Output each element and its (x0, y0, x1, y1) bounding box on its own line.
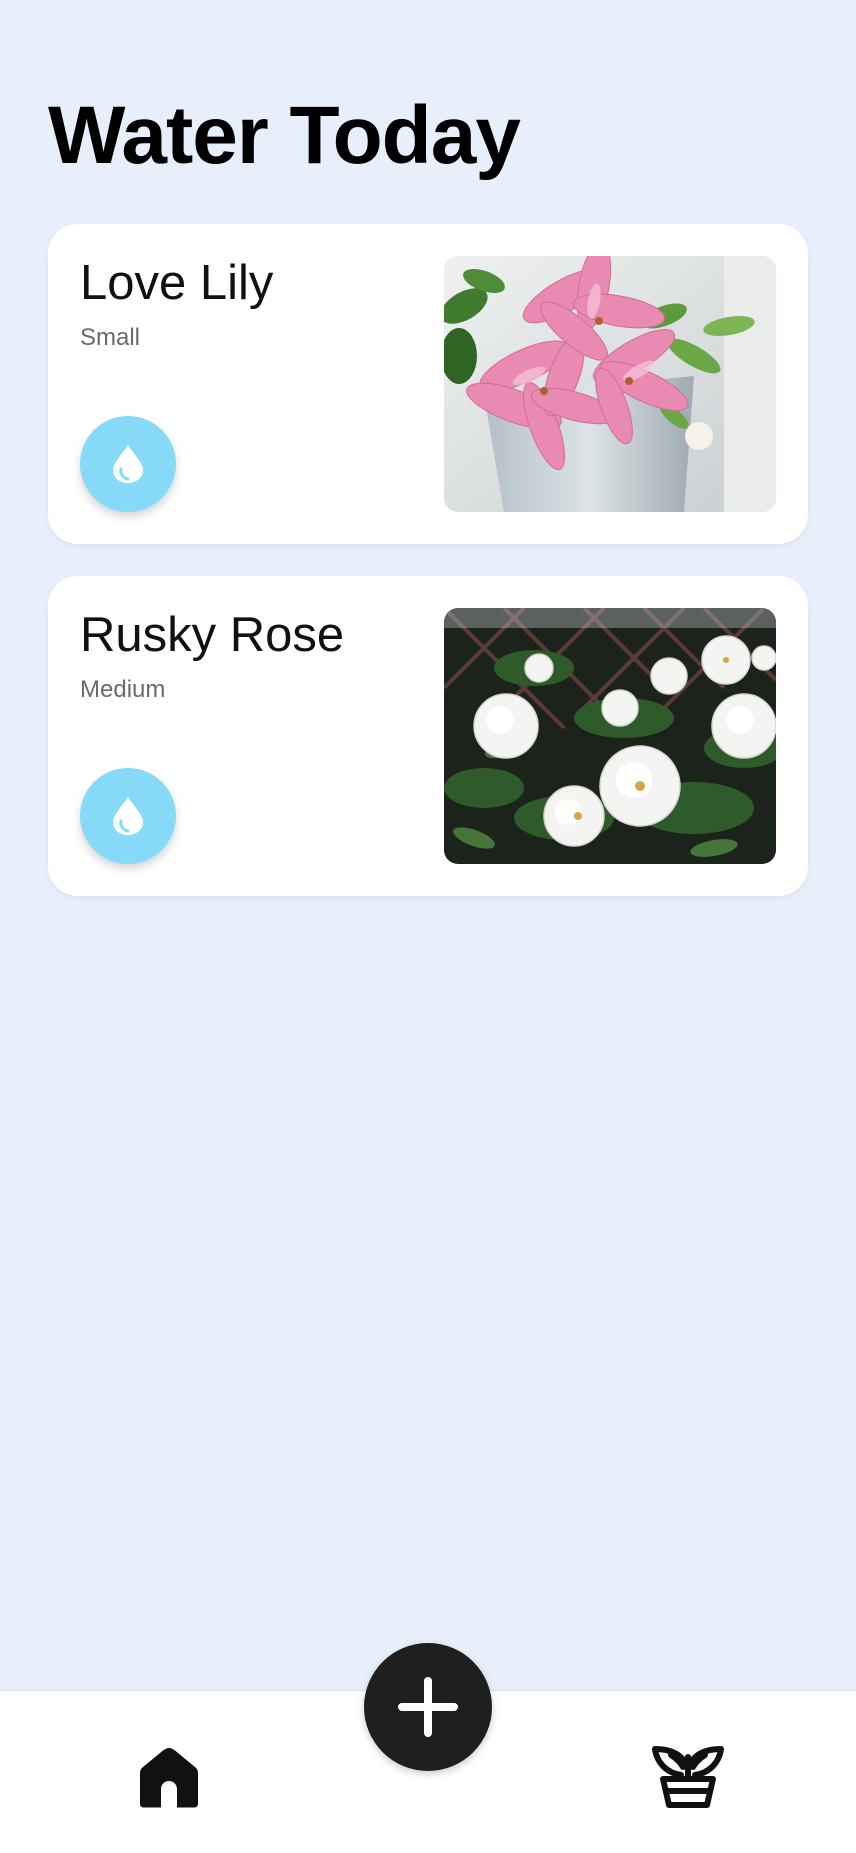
plant-card[interactable]: Rusky Rose Medium (48, 576, 808, 896)
plant-card[interactable]: Love Lily Small (48, 224, 808, 544)
water-button[interactable] (80, 768, 176, 864)
plant-size: Medium (80, 676, 166, 703)
potted-plant-icon (652, 1746, 724, 1808)
add-icon (398, 1677, 458, 1737)
plant-name: Love Lily (80, 256, 274, 310)
water-drop-icon (113, 797, 143, 835)
page-title: Water Today (48, 90, 521, 181)
water-button[interactable] (80, 416, 176, 512)
white-rose-photo (444, 608, 776, 864)
plants-nav-button[interactable] (648, 1735, 728, 1819)
plant-size: Small (80, 324, 141, 351)
plant-name: Rusky Rose (80, 608, 345, 662)
pink-lily-photo (444, 256, 776, 512)
home-nav-button[interactable] (130, 1737, 208, 1817)
water-drop-icon (113, 445, 143, 483)
home-icon (140, 1748, 198, 1808)
add-plant-button[interactable] (364, 1643, 492, 1771)
